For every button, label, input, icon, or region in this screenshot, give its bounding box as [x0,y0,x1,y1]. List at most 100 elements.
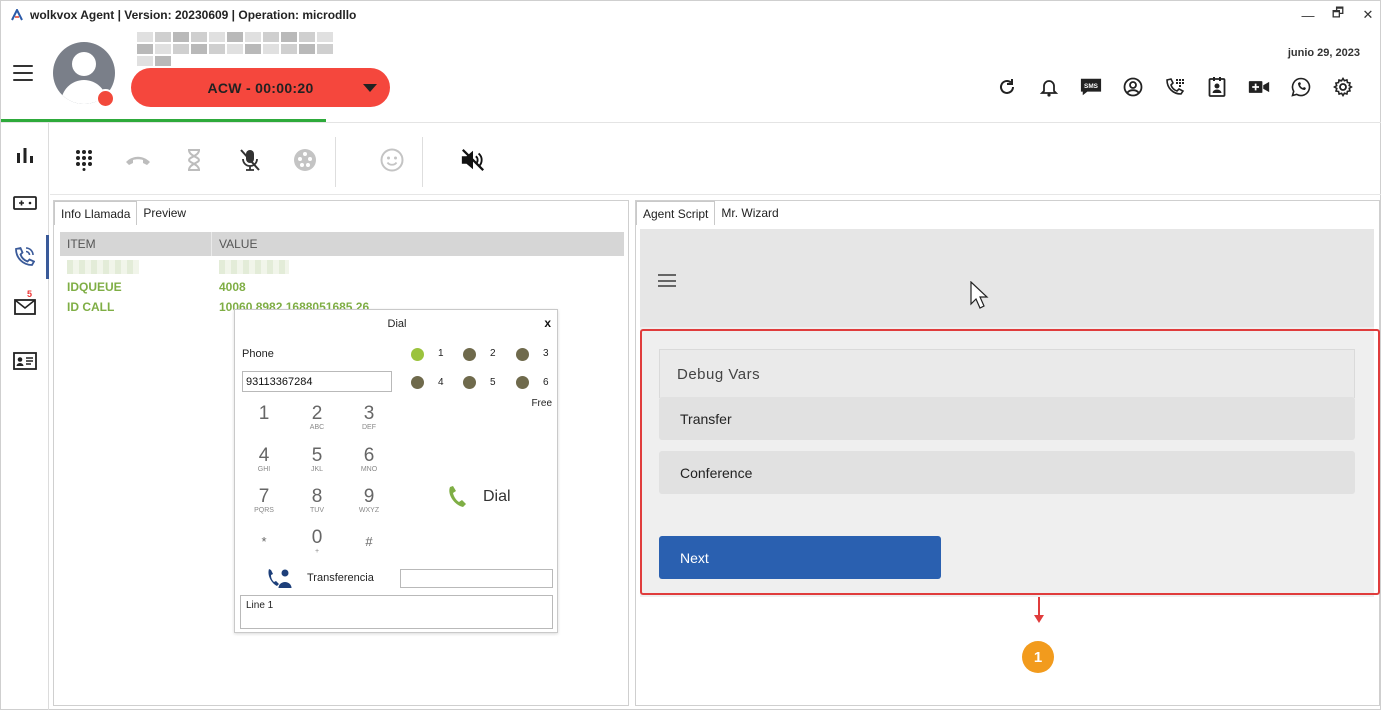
sms-text: SMS [1084,83,1099,90]
stats-icon[interactable] [1,133,49,177]
line-3-indicator[interactable] [516,348,529,361]
window-title: wolkvox Agent | Version: 20230609 | Oper… [30,8,357,22]
line-4-indicator[interactable] [411,376,424,389]
redacted-item [67,260,139,274]
dial-key-letters: DEF [362,424,376,431]
table-row[interactable]: IDQUEUE 4008 [60,277,246,297]
line-4-label: 4 [438,377,444,388]
dial-key-1[interactable]: 1 [244,404,284,424]
dial-key-7[interactable]: 7 PQRS [244,487,284,515]
script-header [640,229,1374,327]
dial-key-digit: 1 [258,403,270,424]
line-1-indicator[interactable] [411,348,424,361]
lines-list-item: Line 1 [246,600,274,611]
dial-key-6[interactable]: 6 MNO [349,446,389,474]
restore-button[interactable]: 🗗 [1324,1,1352,29]
phone-input[interactable] [242,371,392,392]
line-6-indicator[interactable] [516,376,529,389]
phone-icon [449,486,466,507]
dial-key-0[interactable]: 0 + [297,528,337,556]
speaker-mute-icon[interactable] [460,147,486,173]
dial-key-star[interactable]: * [244,528,284,556]
redacted-value [219,260,289,274]
dial-key-letters: JKL [310,466,324,473]
phone-call-icon[interactable] [1,235,49,279]
mail-badge: 5 [27,289,33,299]
minimize-button[interactable]: — [1294,1,1322,29]
dial-key-8[interactable]: 8 TUV [297,487,337,515]
dial-key-letters: WXYZ [358,507,380,514]
agent-state-dropdown[interactable]: ACW - 00:00:20 [131,68,390,107]
phone-keypad-icon[interactable] [1164,76,1186,98]
header-date: junio 29, 2023 [1287,47,1360,59]
dial-key-letters: PQRS [254,507,274,514]
status-dot [96,89,115,108]
line-2-indicator[interactable] [463,348,476,361]
tab-agent-script[interactable]: Agent Script [636,201,716,225]
main-menu-icon[interactable] [13,65,33,81]
mail-icon[interactable]: 5 [1,285,49,329]
bell-icon[interactable] [1038,76,1060,98]
dial-key-digit: 6 [363,445,375,466]
tab-info-llamada[interactable]: Info Llamada [54,201,138,225]
sms-icon[interactable]: SMS [1080,76,1102,98]
title-bar: wolkvox Agent | Version: 20230609 | Oper… [1,1,1381,29]
line-5-indicator[interactable] [463,376,476,389]
line-6-label: 6 [543,377,549,388]
script-menu-icon[interactable] [658,274,676,287]
line-2-label: 2 [490,348,496,359]
dial-button-label: Dial [483,488,511,505]
id-card-icon[interactable] [1,339,49,383]
transfer-label: Transferencia [307,572,374,584]
dialpad-icon[interactable] [71,147,97,173]
hourglass-icon[interactable] [181,147,207,173]
agent-name-redacted [137,29,349,66]
dial-key-3[interactable]: 3 DEF [349,404,389,432]
dial-key-digit: # [365,534,373,549]
contact-card-icon[interactable] [1206,76,1228,98]
transfer-input[interactable] [400,569,553,588]
column-header-value: VALUE [219,237,258,251]
gear-icon[interactable] [1332,76,1354,98]
tab-mr-wizard[interactable]: Mr. Wizard [715,201,784,225]
transfer-control[interactable]: Transferencia [267,567,374,589]
dial-key-digit: 2 [311,403,323,424]
dial-key-letters: MNO [360,466,378,473]
lines-list[interactable]: Line 1 [240,595,553,629]
refresh-icon[interactable] [996,76,1018,98]
close-button[interactable]: ✕ [1354,1,1381,29]
gamepad-icon[interactable] [1,181,49,225]
whatsapp-icon[interactable] [1290,76,1312,98]
dial-button[interactable]: Dial [447,485,511,509]
dots-circle-icon[interactable] [292,147,318,173]
dial-key-digit: 7 [258,486,270,507]
user-circle-icon[interactable] [1122,76,1144,98]
window-controls: — 🗗 ✕ [1292,1,1381,29]
agent-state-label: ACW - 00:00:20 [207,79,314,96]
dial-key-5[interactable]: 5 JKL [297,446,337,474]
app-window: wolkvox Agent | Version: 20230609 | Oper… [0,0,1381,710]
wolkvox-logo-icon [10,8,24,22]
phone-label: Phone [242,348,274,360]
mouse-cursor-icon [970,280,990,314]
mic-off-icon[interactable] [237,147,263,173]
dial-key-digit: 5 [311,445,323,466]
dial-key-2[interactable]: 2 ABC [297,404,337,432]
dial-close-button[interactable]: x [544,316,551,330]
hangup-icon[interactable] [125,147,151,173]
dial-key-9[interactable]: 9 WXYZ [349,487,389,515]
tab-preview[interactable]: Preview [137,201,193,225]
header-toolbar: SMS [996,76,1354,98]
dial-key-letters: GHI [257,466,271,473]
dial-key-4[interactable]: 4 GHI [244,446,284,474]
annotation-arrow-icon [1034,615,1044,623]
video-add-icon[interactable] [1248,76,1270,98]
transfer-icon [268,569,292,588]
dial-key-hash[interactable]: # [349,528,389,556]
call-info-tabs: Info Llamada Preview [54,201,193,225]
table-row[interactable] [60,257,289,277]
row-item: ID CALL [67,300,115,314]
smiley-icon[interactable] [379,147,405,173]
dial-key-digit: 4 [258,445,270,466]
line-3-label: 3 [543,348,549,359]
